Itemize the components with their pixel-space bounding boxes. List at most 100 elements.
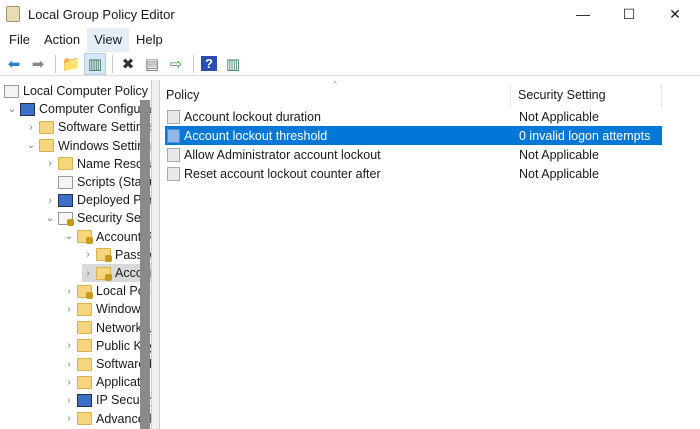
policy-row[interactable]: Account lockout duration Not Applicable (165, 107, 662, 126)
export-list-button[interactable]: ⇨ (165, 53, 187, 75)
tree-node[interactable]: ⌄ Windows Settings (25, 137, 152, 155)
policy-row[interactable]: Allow Administrator account lockout Not A… (165, 145, 662, 164)
back-icon: ⬅ (7, 55, 21, 73)
forward-icon: ➡ (31, 55, 45, 73)
folder-icon (39, 139, 54, 153)
tree-node[interactable]: › Software Settings (25, 118, 152, 136)
tree-node[interactable]: ›Application Control Policies (63, 373, 151, 391)
chevron-down-icon[interactable]: ⌄ (44, 213, 56, 224)
tree-node-label: Computer Configuration (39, 102, 151, 117)
action-pane-button[interactable]: ▥ (222, 53, 244, 75)
delete-icon: ✖ (121, 55, 135, 73)
tree-node[interactable]: ⌄Security Settings (44, 209, 151, 227)
back-button[interactable]: ⬅ (3, 53, 25, 75)
up-folder-button[interactable]: 📁 (60, 53, 82, 75)
chevron-down-icon[interactable]: ⌄ (63, 231, 75, 242)
up-folder-icon: 📁 (61, 55, 81, 73)
comp-icon (58, 193, 73, 207)
folder-icon (77, 375, 92, 389)
column-header-security-setting[interactable]: Security Setting (512, 84, 662, 107)
folder-icon (77, 230, 93, 245)
tree-node[interactable]: ›IP Security Policies on Local Computer (63, 391, 151, 409)
doc-icon (58, 211, 74, 226)
console-tree[interactable]: Local Computer Policy ⌄ Computer Configura… (0, 80, 152, 429)
properties-button[interactable]: ▤ (141, 53, 163, 75)
tree-node[interactable]: ›Windows Defender Firewall (63, 300, 151, 318)
chevron-right-icon[interactable]: › (44, 195, 56, 206)
properties-icon: ▤ (144, 55, 160, 73)
tree-node[interactable]: ›Local Policies (63, 282, 151, 300)
pane-splitter[interactable] (152, 80, 160, 429)
security-setting-value: 0 invalid logon attempts (519, 128, 651, 143)
security-setting-value: Not Applicable (519, 167, 599, 182)
chevron-right-icon[interactable]: › (82, 268, 94, 279)
tree-node[interactable]: ⌄Account Policies (63, 228, 151, 246)
toolbar-separator (112, 54, 113, 73)
chevron-right-icon[interactable]: › (63, 395, 75, 406)
chevron-right-icon[interactable]: › (63, 286, 75, 297)
folder-icon (77, 321, 92, 335)
doc-icon (4, 84, 19, 98)
toolbar-separator (193, 54, 194, 73)
chevron-right-icon[interactable]: › (63, 359, 75, 370)
show-hide-tree-button[interactable]: ▥ (84, 52, 106, 75)
help-button[interactable]: ? (198, 53, 220, 75)
tree-node[interactable]: ⌄ Computer Configuration (6, 100, 151, 118)
window-title: Local Group Policy Editor (28, 6, 175, 22)
chevron-right-icon[interactable]: › (25, 122, 37, 133)
policy-row[interactable]: Account lockout threshold 0 invalid logon… (165, 126, 662, 146)
delete-button[interactable]: ✖ (117, 53, 139, 75)
details-pane: ^ Policy Security Setting Account lockou… (161, 80, 700, 429)
tree-node[interactable]: ›Deployed Printers (44, 191, 151, 209)
folder-icon (77, 412, 92, 426)
doc-icon (58, 175, 73, 189)
chevron-right-icon[interactable]: › (63, 413, 75, 424)
maximize-button[interactable]: ☐ (606, 0, 652, 28)
chevron-right-icon[interactable]: › (63, 304, 75, 315)
app-icon (6, 6, 20, 22)
menu-view[interactable]: View (87, 28, 130, 52)
comp-icon (77, 393, 92, 407)
minimize-button[interactable]: — (560, 0, 606, 28)
action-pane-icon: ▥ (225, 55, 241, 73)
folder-icon (39, 120, 54, 134)
column-header-policy[interactable]: Policy (161, 84, 511, 107)
chevron-down-icon[interactable]: ⌄ (25, 140, 37, 151)
tree-node[interactable]: Network List Manager Policies (63, 319, 151, 337)
chevron-right-icon[interactable]: › (82, 249, 94, 260)
tree-node[interactable]: ›Advanced Audit Policy Configuration (63, 410, 151, 428)
comp-icon (20, 102, 35, 116)
policy-icon (167, 109, 180, 124)
tree-node-label: Software Settings (58, 120, 152, 135)
chevron-right-icon[interactable]: › (63, 340, 75, 351)
chevron-right-icon[interactable]: › (44, 158, 56, 169)
policy-name: Allow Administrator account lockout (184, 147, 381, 162)
help-icon: ? (201, 56, 217, 71)
tree-node[interactable]: ›Name Resolution Policy (44, 155, 151, 173)
policy-icon (167, 128, 180, 143)
menu-bar: File Action View Help (0, 28, 170, 52)
menu-file[interactable]: File (2, 28, 37, 52)
tree-node-label: Local Computer Policy (23, 84, 149, 98)
tree-node[interactable]: Local Computer Policy (2, 82, 148, 100)
tree-scrollbar-thumb[interactable] (140, 100, 150, 429)
policy-name: Account lockout duration (184, 109, 321, 124)
tree-node[interactable]: ›Software Restriction Policies (63, 355, 151, 373)
chevron-down-icon[interactable]: ⌄ (6, 104, 18, 115)
policy-icon (167, 167, 180, 182)
forward-button[interactable]: ➡ (27, 53, 49, 75)
chevron-right-icon[interactable]: › (63, 377, 75, 388)
folder-icon (77, 284, 93, 299)
tree-node-label: Windows Settings (58, 138, 152, 153)
menu-help[interactable]: Help (129, 28, 170, 52)
tree-node[interactable]: ›Public Key Policies (63, 337, 151, 355)
tree-node[interactable]: Scripts (Startup/Shutdown) (44, 173, 151, 191)
policy-row[interactable]: Reset account lockout counter after Not A… (165, 165, 662, 184)
close-button[interactable]: ✕ (652, 0, 698, 28)
folder-icon (96, 266, 112, 281)
export-list-icon: ⇨ (169, 55, 183, 73)
folder-icon (58, 157, 73, 171)
policy-name: Reset account lockout counter after (184, 167, 381, 182)
menu-action[interactable]: Action (37, 28, 87, 52)
security-setting-value: Not Applicable (519, 109, 599, 124)
